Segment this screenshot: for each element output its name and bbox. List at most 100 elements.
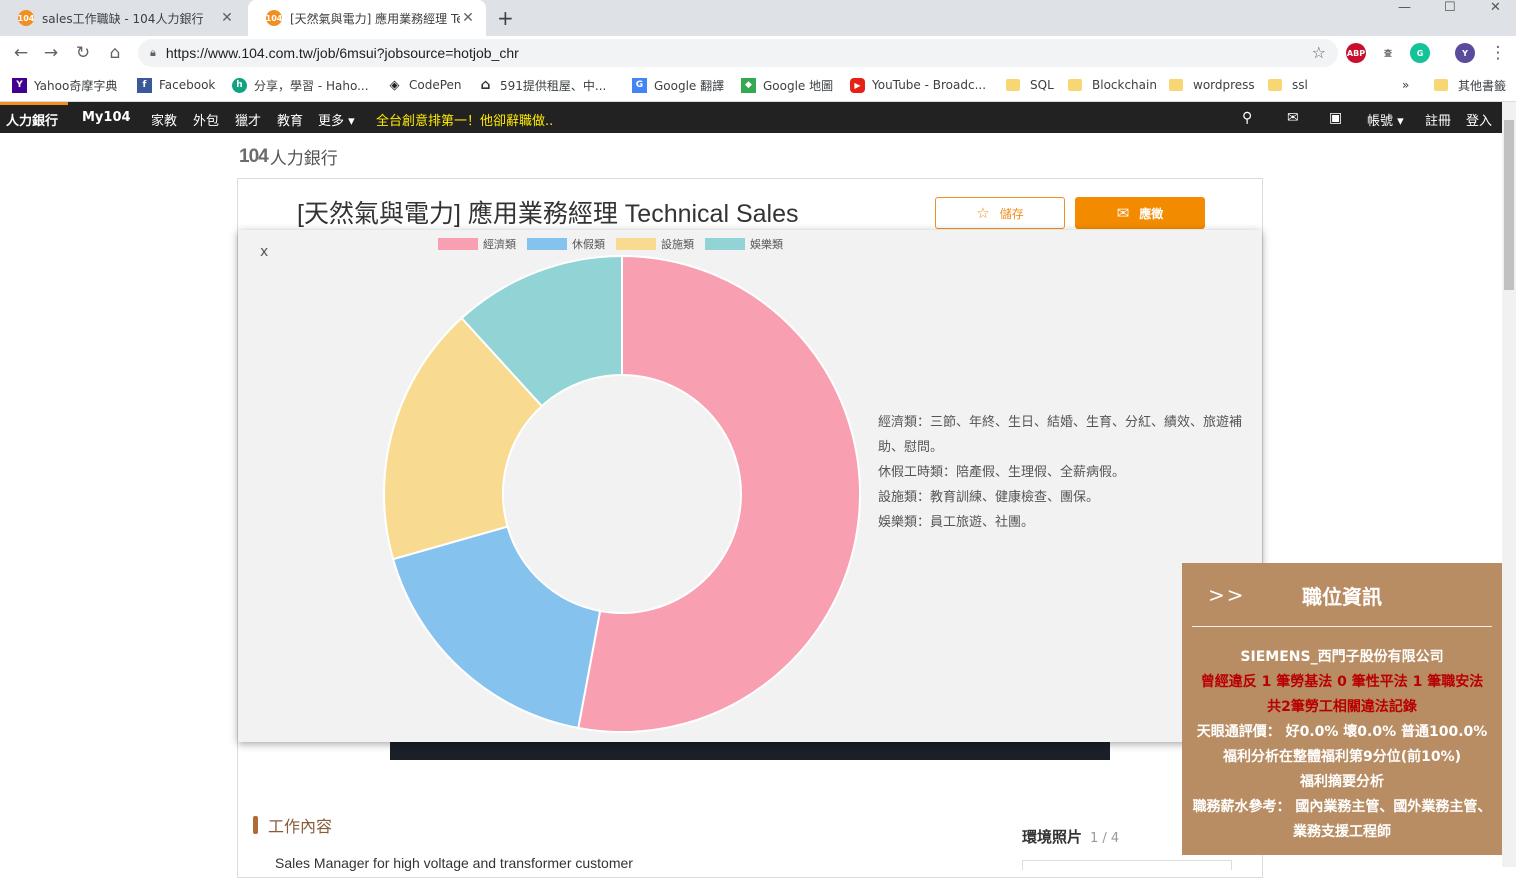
nav-headhunter[interactable]: 獵才 xyxy=(235,110,261,129)
bookmark-folder-ssl[interactable]: ssl xyxy=(1268,76,1308,94)
desc-leave: 休假工時類：陪產假、生理假、全薪病假。 xyxy=(878,465,1126,480)
job-info-panel: >> 職位資訊 SIEMENS_西門子股份有限公司 曾經違反 1 筆勞基法 0 … xyxy=(1182,563,1502,855)
rating-link[interactable]: 天眼通評價： 好0.0% 壞0.0% 普通100.0% xyxy=(1190,720,1494,745)
yahoo-icon: Y xyxy=(12,77,27,93)
bookmark-youtube[interactable]: ▶ YouTube - Broadc... xyxy=(850,76,986,94)
facebook-icon: f xyxy=(137,77,152,93)
env-photo-count: 1 / 4 xyxy=(1090,831,1120,846)
apply-button[interactable]: ✉ 應徵 xyxy=(1075,197,1205,229)
environment-photo-frame[interactable] xyxy=(1022,860,1232,870)
job-description: Sales Manager for high voltage and trans… xyxy=(275,855,633,871)
bookmark-591[interactable]: ⌂ 591提供租屋、中... xyxy=(478,76,606,94)
tab-job-detail[interactable]: 104 [天然氣與電力] 應用業務經理 Tec ✕ xyxy=(248,0,486,36)
folder-icon xyxy=(1169,79,1183,91)
search-person-icon[interactable]: ⚲ xyxy=(1242,110,1252,126)
welfare-rank-link[interactable]: 福利分析在整體福利第9分位(前10%) xyxy=(1190,745,1494,770)
nav-outsource[interactable]: 外包 xyxy=(193,110,219,129)
bookmark-facebook[interactable]: f Facebook xyxy=(137,76,215,94)
panel-content: SIEMENS_西門子股份有限公司 曾經違反 1 筆勞基法 0 筆性平法 1 筆… xyxy=(1190,645,1494,845)
scrollbar-thumb[interactable] xyxy=(1504,120,1514,290)
company-name-link[interactable]: SIEMENS_西門子股份有限公司 xyxy=(1190,645,1494,670)
youtube-icon: ▶ xyxy=(850,77,865,93)
bookmark-label: Yahoo奇摩字典 xyxy=(34,78,118,93)
bookmark-label: Google 翻譯 xyxy=(654,78,725,93)
bookmark-label: YouTube - Broadc... xyxy=(872,78,987,92)
folder-icon xyxy=(1268,79,1282,91)
menu-icon[interactable]: ⋮ xyxy=(1485,40,1511,66)
back-icon[interactable]: ← xyxy=(8,40,34,66)
violation-record[interactable]: 曾經違反 1 筆勞基法 0 筆性平法 1 筆職安法 xyxy=(1190,670,1494,695)
nav-login[interactable]: 登入 xyxy=(1466,110,1492,129)
nav-education[interactable]: 教育 xyxy=(277,110,303,129)
dictionary-extension-icon[interactable]: 查 xyxy=(1378,43,1398,63)
profile-avatar[interactable]: Y xyxy=(1455,43,1475,63)
bookmark-label: Facebook xyxy=(159,78,216,92)
bookmark-label: Blockchain xyxy=(1092,78,1157,92)
forward-icon[interactable]: → xyxy=(38,40,64,66)
nav-more-dropdown[interactable]: 更多 ▾ xyxy=(318,110,355,129)
logo-text: 人力銀行 xyxy=(269,149,338,169)
briefcase-icon[interactable]: ▣ xyxy=(1329,110,1342,126)
bookmark-label: 591提供租屋、中... xyxy=(500,78,607,93)
close-icon[interactable]: ✕ xyxy=(460,10,476,26)
bookmark-folder-wordpress[interactable]: wordpress xyxy=(1169,76,1255,94)
doughnut-slice-2[interactable] xyxy=(391,525,602,730)
grammarly-icon[interactable]: G xyxy=(1410,43,1430,63)
company-photo xyxy=(390,740,1110,760)
adblock-icon[interactable]: ABP xyxy=(1346,43,1366,63)
reload-icon[interactable]: ↻ xyxy=(70,40,96,66)
envelope-icon: ✉ xyxy=(1116,204,1130,222)
google-maps-icon: ◆ xyxy=(741,77,756,93)
bookmark-google-translate[interactable]: G Google 翻譯 xyxy=(632,76,724,94)
section-title: 工作內容 xyxy=(268,817,333,836)
bookmark-hahow[interactable]: h 分享，學習 - Haho... xyxy=(232,76,369,94)
desc-facility: 設施類：教育訓練、健康檢查、團保。 xyxy=(878,490,1100,505)
tab-sales-jobs[interactable]: 104 sales工作職缺 - 104人力銀行 ✕ xyxy=(0,0,245,36)
bookmark-codepen[interactable]: ◈ CodePen xyxy=(387,76,462,94)
desc-economic: 經濟類：三節、年終、生日、結婚、生育、分紅、績效、旅遊補助、慰問。 xyxy=(878,415,1243,455)
bookmarks-overflow-button[interactable]: » xyxy=(1402,76,1409,94)
nav-promo-link[interactable]: 全台創意排第一！他卻辭職做.. xyxy=(376,110,553,129)
minimize-icon[interactable]: — xyxy=(1398,0,1411,15)
mail-icon[interactable]: ✉ xyxy=(1287,110,1299,126)
bookmark-yahoo[interactable]: Y Yahoo奇摩字典 xyxy=(12,76,117,94)
logo-number: 104 xyxy=(239,145,269,167)
nav-register[interactable]: 註冊 xyxy=(1425,110,1451,129)
bookmark-google-maps[interactable]: ◆ Google 地圖 xyxy=(741,76,833,94)
hahow-icon: h xyxy=(232,77,247,93)
save-button[interactable]: ☆ 儲存 xyxy=(935,197,1065,229)
nav-job-bank[interactable]: 人力銀行 xyxy=(6,110,58,129)
site-logo[interactable]: 104 人力銀行 xyxy=(239,144,338,170)
browser-toolbar: ← → ↻ ⌂ 🔒︎ https://www.104.com.tw/job/6m… xyxy=(0,36,1516,69)
apply-label: 應徵 xyxy=(1139,206,1164,221)
bookmark-label: 其他書籤 xyxy=(1458,78,1507,93)
bookmark-folder-other[interactable]: 其他書籤 xyxy=(1434,76,1506,94)
section-job-content: 工作內容 xyxy=(253,813,332,837)
violation-total[interactable]: 共2筆勞工相關違法記錄 xyxy=(1190,695,1494,720)
home-icon[interactable]: ⌂ xyxy=(102,40,128,66)
bookmark-folder-blockchain[interactable]: Blockchain xyxy=(1068,76,1157,94)
bookmark-label: 分享，學習 - Haho... xyxy=(254,78,369,93)
panel-title: 職位資訊 xyxy=(1302,585,1382,609)
104-favicon-icon: 104 xyxy=(18,10,34,26)
bookmark-star-icon[interactable]: ☆ xyxy=(1312,43,1326,62)
env-photo-label: 環境照片 xyxy=(1022,828,1083,846)
job-title: [天然氣與電力] 應用業務經理 Technical Sales xyxy=(297,200,799,228)
window-close-icon[interactable]: ✕ xyxy=(1490,0,1501,15)
welfare-summary-link[interactable]: 福利摘要分析 xyxy=(1190,770,1494,795)
new-tab-icon[interactable]: + xyxy=(497,6,514,30)
nav-account-dropdown[interactable]: 帳號 ▾ xyxy=(1367,110,1404,129)
bookmark-label: ssl xyxy=(1292,78,1308,92)
nav-my104[interactable]: My104 xyxy=(82,110,131,125)
bookmark-folder-sql[interactable]: SQL xyxy=(1006,76,1054,94)
salary-reference-link[interactable]: 職務薪水參考： 國內業務主管、國外業務主管、業務支援工程師 xyxy=(1190,795,1494,845)
nav-tutor[interactable]: 家教 xyxy=(151,110,177,129)
folder-icon xyxy=(1068,79,1082,91)
close-icon[interactable]: ✕ xyxy=(219,10,235,26)
google-translate-icon: G xyxy=(632,77,647,93)
maximize-icon[interactable]: ☐ xyxy=(1444,0,1456,15)
house-icon: ⌂ xyxy=(480,77,491,93)
address-bar[interactable]: 🔒︎ https://www.104.com.tw/job/6msui?jobs… xyxy=(138,39,1338,67)
url-text: https://www.104.com.tw/job/6msui?jobsour… xyxy=(165,45,519,61)
tab-title: sales工作職缺 - 104人力銀行 xyxy=(42,11,204,26)
